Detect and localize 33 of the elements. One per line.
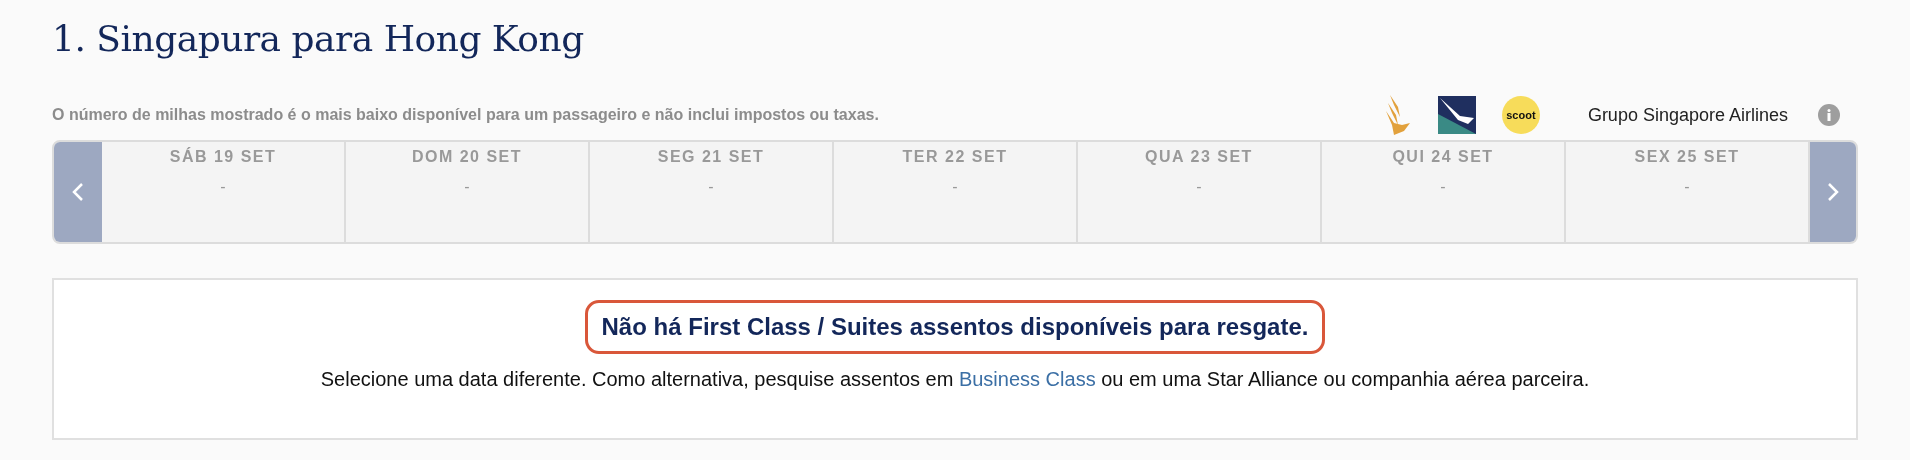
miles-value: - (1440, 178, 1446, 196)
date-label: QUI 24 SET (1392, 148, 1494, 166)
disclaimer-text: O número de milhas mostrado é o mais baixo disponível para um passageiro e não inclui impostos ou taxas. (52, 106, 880, 124)
date-label: SEX 25 SET (1634, 148, 1740, 166)
scoot-logo: scoot (1501, 96, 1540, 134)
miles-value: - (1684, 178, 1690, 196)
date-label: SÁB 19 SET (169, 148, 277, 166)
airline-group-label: Grupo Singapore Airlines (1587, 104, 1788, 126)
unavailable-notice: Não há First Class / Suites assentos disponíveis para resgate. (584, 300, 1326, 354)
date-cell[interactable]: SEG 21 SET - (588, 142, 832, 242)
date-label: SEG 21 SET (657, 148, 765, 166)
info-icon[interactable] (1818, 104, 1840, 126)
previous-button[interactable] (54, 142, 102, 242)
chevron-left-icon (72, 182, 84, 202)
suggestion-text: Selecione uma data diferente. Como alternativa, pesquise assentos em Business Class ou em uma Star Alliance ou companhia aérea parceira. (320, 368, 1590, 391)
miles-value: - (220, 178, 226, 196)
date-cell[interactable]: SÁB 19 SET - (102, 142, 344, 242)
albatross-logo-icon (1437, 96, 1476, 134)
miles-value: - (464, 178, 470, 196)
date-label: DOM 20 SET (411, 148, 523, 166)
date-label: QUA 23 SET (1145, 148, 1253, 166)
business-class-link[interactable]: Business Class (958, 368, 1096, 390)
date-cell[interactable]: QUI 24 SET - (1320, 142, 1564, 242)
date-cell[interactable]: TER 22 SET - (832, 142, 1076, 242)
next-button[interactable] (1808, 142, 1856, 242)
miles-value: - (708, 178, 714, 196)
miles-value: - (1196, 178, 1202, 196)
date-cell[interactable]: QUA 23 SET - (1076, 142, 1320, 242)
date-label: TER 22 SET (902, 148, 1008, 166)
miles-value: - (952, 178, 958, 196)
date-cell[interactable]: DOM 20 SET - (344, 142, 588, 242)
chevron-right-icon (1827, 182, 1839, 202)
page-title: 1. Singapura para Hong Kong (52, 18, 585, 61)
